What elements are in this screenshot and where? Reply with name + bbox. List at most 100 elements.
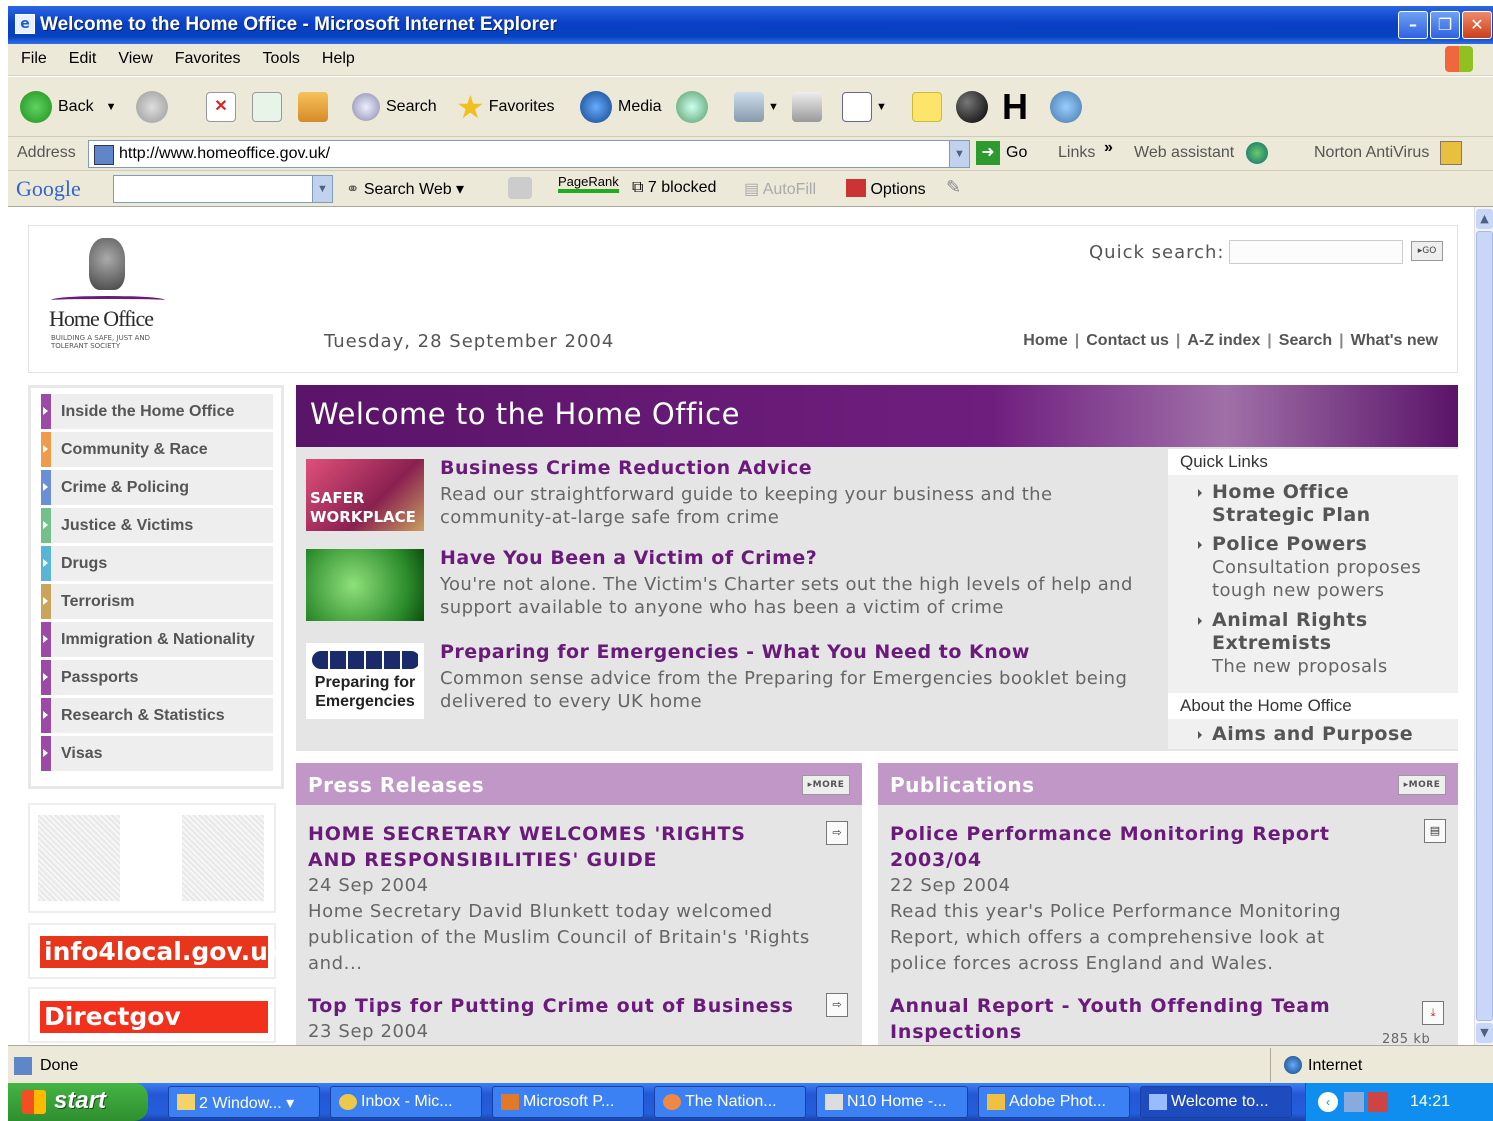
link-contact-us[interactable]: Contact us [1079, 332, 1176, 349]
nav-item[interactable]: Terrorism [41, 584, 273, 619]
menu-view[interactable]: View [105, 44, 161, 68]
antivirus-tray-icon[interactable] [1368, 1092, 1388, 1112]
edit-button[interactable]: ▼ [842, 90, 887, 124]
quick-search-input[interactable] [1229, 240, 1403, 264]
minimize-button[interactable]: – [1398, 11, 1428, 39]
menu-edit[interactable]: Edit [56, 44, 106, 68]
nav-item[interactable]: Drugs [41, 546, 273, 581]
document-link-icon[interactable]: ⇨ [826, 821, 848, 845]
nav-item[interactable]: Crime & Policing [41, 470, 273, 505]
quick-link-animal-rights[interactable]: Animal Rights Extremists [1198, 609, 1452, 655]
publications-more-button[interactable]: ▸MORE [1398, 775, 1446, 795]
clock[interactable]: 14:21 [1410, 1093, 1450, 1111]
google-search-input[interactable]: ▼ [113, 175, 333, 203]
nav-item[interactable]: Visas [41, 736, 273, 771]
victim-photo-thumb[interactable] [306, 549, 424, 621]
print-button[interactable] [792, 90, 826, 124]
quick-link-strategic-plan[interactable]: Home Office Strategic Plan [1198, 481, 1452, 527]
norton-antivirus[interactable]: Norton AntiVirus [1314, 144, 1429, 162]
google-logo[interactable]: Google [16, 176, 81, 202]
vertical-scrollbar[interactable]: ▲ ▼ [1474, 207, 1493, 1045]
home-office-logo[interactable]: Home Office [49, 306, 154, 332]
favorites-button[interactable]: ★ Favorites [456, 89, 554, 125]
restore-button[interactable]: ❐ [1430, 11, 1460, 39]
norton-icon[interactable] [1440, 141, 1462, 165]
scroll-thumb[interactable] [1476, 231, 1493, 1021]
go-button[interactable]: Go [1006, 144, 1027, 162]
publication-title[interactable]: Police Performance Monitoring Report 200… [890, 821, 1350, 873]
pagerank-indicator[interactable]: PageRank [558, 174, 619, 193]
links-label[interactable]: Links [1058, 144, 1095, 162]
link-search[interactable]: Search [1272, 332, 1339, 349]
press-item-title[interactable]: Top Tips for Putting Crime out of Busine… [308, 993, 808, 1019]
search-button[interactable]: Search [352, 90, 437, 124]
popup-blocker[interactable]: ⧉ 7 blocked [632, 179, 716, 197]
task-windows-explorer[interactable]: 2 Window... ▾ [168, 1086, 320, 1118]
nav-item[interactable]: Passports [41, 660, 273, 695]
globe-icon[interactable] [1246, 142, 1268, 164]
search-web-button[interactable]: ⚭ Search Web ▾ [346, 179, 464, 199]
menu-help[interactable]: Help [309, 44, 364, 68]
press-more-button[interactable]: ▸MORE [802, 775, 850, 795]
google-dropdown[interactable]: ▼ [312, 176, 332, 202]
quick-search-go-button[interactable]: ▸GO [1411, 241, 1443, 261]
address-dropdown[interactable]: ▼ [949, 141, 969, 167]
messenger-button[interactable] [1050, 90, 1088, 124]
links-chevron[interactable]: » [1104, 139, 1113, 157]
media-button[interactable]: Media [580, 90, 662, 124]
back-button[interactable]: Back ▼ [20, 90, 116, 124]
feature-title[interactable]: Business Crime Reduction Advice [440, 457, 812, 479]
task-inbox[interactable]: Inbox - Mic... [330, 1086, 482, 1118]
menu-favorites[interactable]: Favorites [162, 44, 250, 68]
mail-button[interactable]: ▼ [734, 90, 779, 124]
safer-workplace-thumb[interactable]: SAFER WORKPLACE [306, 459, 424, 531]
feature-title[interactable]: Preparing for Emergencies - What You Nee… [440, 641, 1030, 663]
nav-item[interactable]: Community & Race [41, 432, 273, 467]
tray-expand-icon[interactable]: ‹ [1318, 1092, 1338, 1112]
h-button[interactable]: H [1002, 86, 1028, 127]
highlight-icon[interactable]: ✎ [946, 177, 961, 198]
ball-button[interactable] [956, 90, 994, 124]
task-welcome-to[interactable]: Welcome to... [1140, 1086, 1292, 1118]
link-a-z-index[interactable]: A-Z index [1180, 332, 1267, 349]
autofill-button[interactable]: ▤ AutoFill [744, 179, 816, 199]
nav-item[interactable]: Inside the Home Office [41, 394, 273, 429]
task-microsoft-p[interactable]: Microsoft P... [492, 1086, 644, 1118]
nav-item[interactable]: Research & Statistics [41, 698, 273, 733]
scroll-up-arrow-icon[interactable]: ▲ [1476, 209, 1493, 229]
web-assistant[interactable]: Web assistant [1134, 144, 1234, 162]
link-whats-new[interactable]: What's new [1344, 332, 1445, 349]
link-home[interactable]: Home [1016, 332, 1074, 349]
news-icon[interactable] [508, 177, 532, 199]
nav-item[interactable]: Justice & Victims [41, 508, 273, 543]
menu-tools[interactable]: Tools [250, 44, 309, 68]
network-icon[interactable] [1344, 1092, 1364, 1112]
forward-button[interactable] [136, 90, 174, 124]
task-adobe-photoshop[interactable]: Adobe Phot... [978, 1086, 1130, 1118]
options-button[interactable]: Options [846, 179, 926, 199]
task-n10-home[interactable]: N10 Home -... [816, 1086, 968, 1118]
close-button[interactable]: ✕ [1462, 11, 1492, 39]
task-the-nation[interactable]: The Nation... [654, 1086, 806, 1118]
document-icon[interactable]: ▤ [1424, 819, 1446, 843]
press-item-title[interactable]: HOME SECRETARY WELCOMES 'RIGHTS AND RESP… [308, 821, 788, 873]
menu-file[interactable]: File [8, 44, 56, 68]
info4local-banner[interactable]: info4local.gov.uk [28, 923, 285, 979]
notes-button[interactable] [912, 90, 946, 124]
refresh-button[interactable] [252, 90, 286, 124]
go-arrow-icon[interactable]: ➜ [976, 141, 1000, 165]
quick-link-police-powers[interactable]: Police Powers [1198, 533, 1452, 556]
about-link-aims-purpose[interactable]: Aims and Purpose [1198, 723, 1452, 746]
directgov-banner[interactable]: Directgov [28, 987, 276, 1043]
nav-item[interactable]: Immigration & Nationality [41, 622, 273, 657]
stop-button[interactable]: ✕ [206, 90, 240, 124]
address-input[interactable]: http://www.homeoffice.gov.uk/▼ [88, 140, 970, 168]
scroll-down-arrow-icon[interactable]: ▼ [1476, 1023, 1493, 1043]
history-button[interactable] [676, 90, 714, 124]
pdf-icon[interactable]: ⤓ [1422, 1001, 1444, 1025]
document-link-icon[interactable]: ⇨ [826, 993, 848, 1017]
publication-title[interactable]: Annual Report - Youth Offending Team Ins… [890, 993, 1350, 1045]
home-button[interactable] [298, 90, 332, 124]
feature-title[interactable]: Have You Been a Victim of Crime? [440, 547, 817, 569]
start-button[interactable]: start [8, 1083, 148, 1121]
